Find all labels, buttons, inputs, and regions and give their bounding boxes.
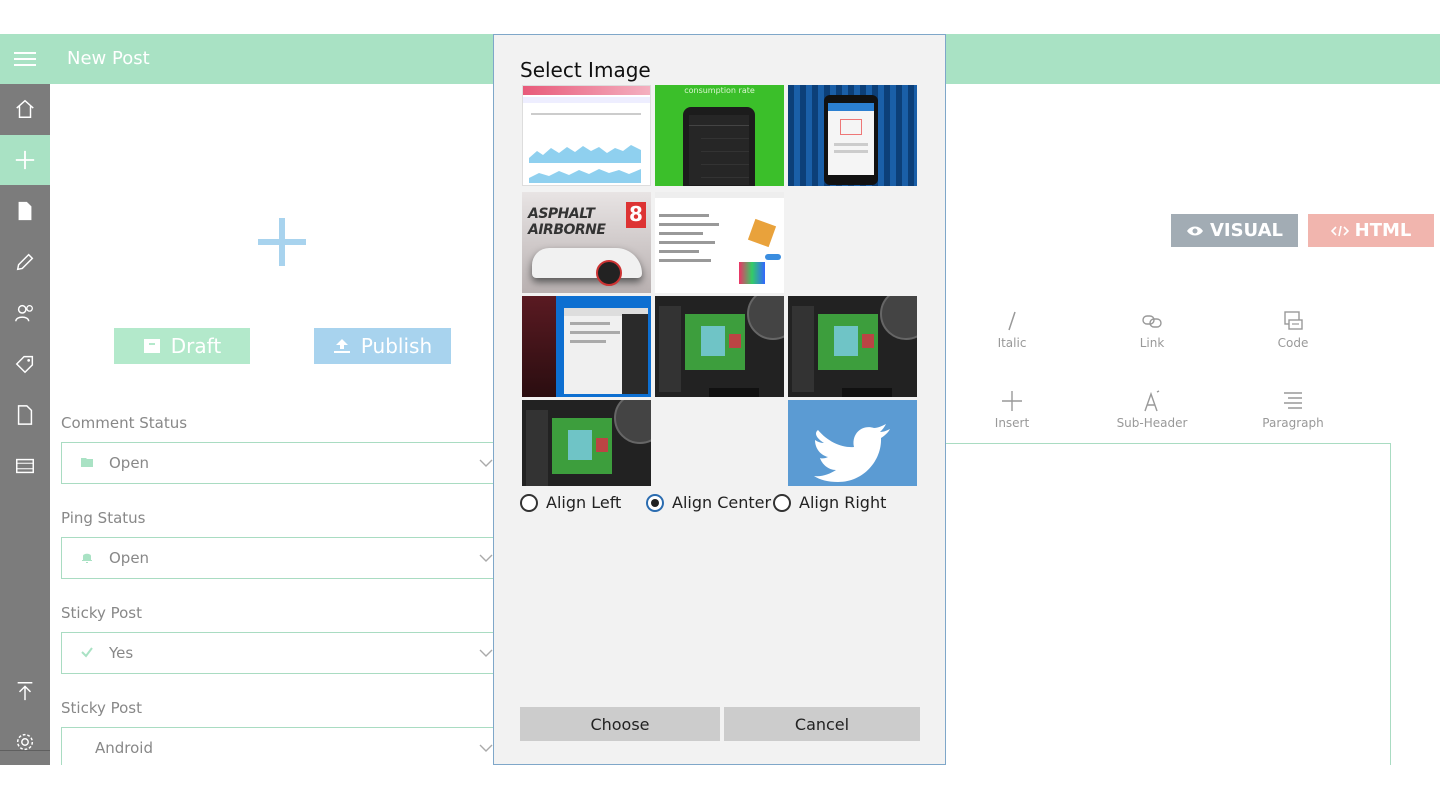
- html-label: HTML: [1354, 220, 1412, 241]
- thumbnail-caption: consumption rate: [684, 86, 755, 95]
- archive-icon: [143, 339, 160, 353]
- choose-button[interactable]: Choose: [520, 707, 720, 741]
- thumbnail-asphalt-game[interactable]: ASPHALT AIRBORNE 8: [522, 192, 651, 293]
- radio-circle-selected: [646, 493, 664, 512]
- ping-status-value: Open: [109, 549, 150, 567]
- thumbnail-minecraft-app-3[interactable]: [522, 400, 651, 486]
- insert-tool[interactable]: Insert: [967, 390, 1057, 430]
- sidebar-item-posts[interactable]: [0, 186, 50, 236]
- thumbnail-minecraft-app-1[interactable]: [655, 296, 784, 397]
- dialog-title: Select Image: [520, 58, 651, 82]
- visual-label: VISUAL: [1209, 220, 1284, 241]
- pencil-icon: [16, 253, 34, 271]
- sidebar-item-home[interactable]: [0, 84, 50, 134]
- select-image-dialog: Select Image consumption rate ASPHALT AI…: [493, 34, 946, 765]
- chevron-down-icon: [479, 649, 493, 657]
- code-tool-label: Code: [1277, 336, 1309, 350]
- radio-circle: [520, 493, 538, 512]
- visual-mode-button[interactable]: VISUAL: [1171, 214, 1298, 247]
- subheader-icon: [1144, 390, 1160, 412]
- publish-button[interactable]: Publish: [314, 328, 451, 364]
- insert-tool-label: Insert: [994, 416, 1030, 430]
- eye-icon: [1186, 226, 1203, 235]
- plus-icon: [15, 150, 35, 170]
- italic-tool-label: Italic: [997, 336, 1027, 350]
- align-center-option[interactable]: Align Center: [646, 493, 771, 512]
- ping-status-label: Ping Status: [61, 509, 146, 527]
- document-icon: [18, 201, 32, 221]
- category-select[interactable]: Android: [61, 727, 495, 765]
- code-icon: [1284, 311, 1303, 330]
- radio-circle: [773, 493, 791, 512]
- align-left-label: Align Left: [546, 493, 622, 512]
- paragraph-tool-label: Paragraph: [1262, 416, 1324, 430]
- plus-icon: [1002, 391, 1022, 411]
- thumbnail-chat-app[interactable]: [655, 192, 784, 293]
- sticky-post-value: Yes: [109, 644, 134, 662]
- sticky-post-label-2: Sticky Post: [61, 699, 142, 717]
- link-icon: [1142, 315, 1162, 328]
- chevron-down-icon: [479, 554, 493, 562]
- draft-button[interactable]: Draft: [114, 328, 250, 364]
- align-right-label: Align Right: [799, 493, 887, 512]
- align-left-option[interactable]: Align Left: [520, 493, 621, 512]
- content-editor[interactable]: [946, 443, 1391, 765]
- sidebar-item-new-post[interactable]: [0, 135, 50, 185]
- tag-icon: [15, 355, 34, 374]
- sidebar-item-scroll-top[interactable]: [0, 666, 50, 716]
- draft-label: Draft: [170, 334, 222, 358]
- comment-status-select[interactable]: Open: [61, 442, 495, 484]
- thumbnail-phone-green[interactable]: consumption rate: [655, 85, 784, 186]
- link-tool[interactable]: Link: [1107, 310, 1197, 350]
- users-icon: [15, 304, 33, 322]
- arrow-up-icon: [17, 682, 33, 701]
- code-tool[interactable]: Code: [1248, 310, 1338, 350]
- sidebar-item-users[interactable]: [0, 288, 50, 338]
- media-icon: [16, 458, 34, 474]
- sticky-post-label: Sticky Post: [61, 604, 142, 622]
- paragraph-icon: [1284, 392, 1302, 409]
- page-icon: [17, 405, 33, 425]
- gear-icon: [16, 733, 34, 751]
- sticky-post-select[interactable]: Yes: [61, 632, 495, 674]
- chevron-down-icon: [479, 744, 493, 752]
- twitter-bird-icon: [814, 424, 890, 482]
- page-title: New Post: [67, 48, 150, 69]
- add-featured-image-icon[interactable]: [256, 216, 308, 268]
- link-tool-label: Link: [1139, 336, 1165, 350]
- sidebar-item-tags[interactable]: [0, 339, 50, 389]
- ping-status-select[interactable]: Open: [61, 537, 495, 579]
- bell-icon: [82, 553, 92, 563]
- sidebar-item-pages[interactable]: [0, 390, 50, 440]
- upload-icon: [333, 339, 350, 353]
- comment-status-value: Open: [109, 454, 150, 472]
- html-mode-button[interactable]: HTML: [1308, 214, 1434, 247]
- thumbnail-analytics-dashboard[interactable]: [522, 85, 651, 186]
- category-value: Android: [95, 739, 153, 757]
- comment-status-label: Comment Status: [61, 414, 188, 432]
- cancel-button[interactable]: Cancel: [724, 707, 920, 741]
- sidebar-item-edit[interactable]: [0, 237, 50, 287]
- check-icon: [81, 647, 93, 658]
- subheader-tool[interactable]: Sub-Header: [1107, 390, 1197, 430]
- chevron-down-icon: [479, 459, 493, 467]
- thumbnail-minecraft-app-2[interactable]: [788, 296, 917, 397]
- sidebar-item-media[interactable]: [0, 441, 50, 491]
- paragraph-tool[interactable]: Paragraph: [1248, 390, 1338, 430]
- code-tag-icon: [1330, 225, 1349, 236]
- publish-label: Publish: [360, 334, 433, 358]
- thumbnail-phone-blue-curtain[interactable]: [788, 85, 917, 186]
- home-icon: [16, 99, 34, 118]
- folder-icon: [81, 458, 93, 467]
- align-center-label: Align Center: [672, 493, 772, 512]
- hamburger-menu-icon[interactable]: [14, 52, 36, 66]
- align-right-option[interactable]: Align Right: [773, 493, 886, 512]
- italic-icon: [1008, 311, 1016, 331]
- sidebar-item-settings[interactable]: [0, 717, 50, 767]
- thumbnail-twitter-logo[interactable]: [788, 400, 917, 486]
- italic-tool[interactable]: Italic: [967, 310, 1057, 350]
- thumbnail-windows-app-blue[interactable]: [522, 296, 651, 397]
- sidebar: [0, 84, 50, 765]
- subheader-tool-label: Sub-Header: [1116, 416, 1188, 430]
